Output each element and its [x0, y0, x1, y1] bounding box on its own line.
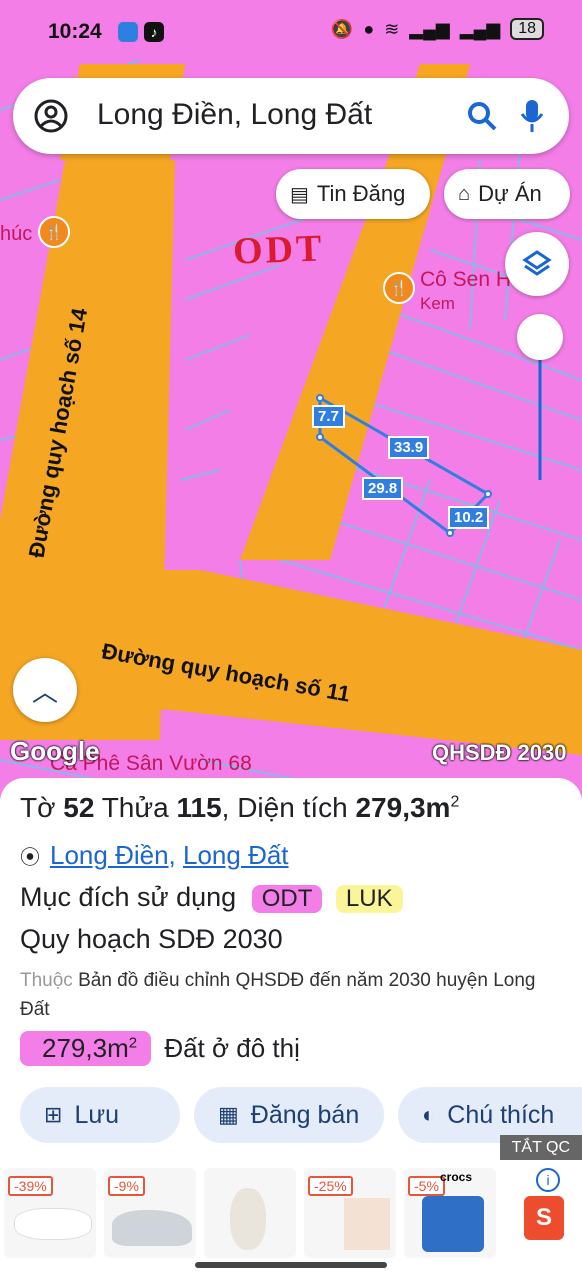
ad-item[interactable]: -5% crocs — [404, 1168, 496, 1258]
save-button-label: Lưu — [74, 1100, 119, 1129]
layer-badge: QHSDĐ 2030 — [432, 740, 567, 765]
area-value: 279,3m — [355, 792, 451, 823]
poi-label-co-sen[interactable]: Cô Sen H — [420, 268, 511, 292]
location-link-province[interactable]: Long Đất — [183, 840, 289, 870]
battery-icon: 18 — [510, 18, 544, 40]
brand-label: crocs — [440, 1170, 473, 1184]
product-image — [344, 1198, 390, 1250]
shirt-image — [422, 1196, 484, 1252]
signal-icon: ▂▄▆ — [409, 18, 450, 39]
chevron-up-icon: ︿ — [31, 676, 58, 707]
save-button[interactable]: ⊞ Lưu — [20, 1087, 180, 1143]
mic-icon[interactable] — [519, 98, 545, 134]
dimension-label-bottom: 29.8 — [362, 477, 404, 500]
location-separator: , — [168, 840, 183, 870]
poi-sublabel: Kem — [420, 294, 455, 313]
belongs-label: Thuộc — [20, 970, 73, 991]
info-icon[interactable]: i — [536, 1168, 560, 1192]
ad-item[interactable]: -25% — [304, 1168, 396, 1258]
restaurant-pin-icon[interactable]: 🍴 — [38, 216, 70, 248]
lot-number: 115 — [176, 792, 222, 823]
listings-chip[interactable]: ▤ Tin Đăng — [276, 169, 430, 219]
location-link-district[interactable]: Long Điền — [50, 840, 169, 870]
plan-source: Thuộc Bản đồ điều chỉnh QHSDĐ đến năm 20… — [20, 966, 560, 1024]
area-prefix: , Diện tích — [221, 792, 348, 823]
lot-prefix: Thửa — [101, 792, 169, 823]
pin-icon: ⦿ — [20, 847, 40, 869]
account-icon[interactable] — [33, 98, 69, 134]
google-logo: Google — [10, 736, 100, 766]
purpose-label: Mục đích sử dụng — [20, 882, 237, 912]
discount-badge: -25% — [308, 1176, 353, 1196]
search-icon[interactable] — [465, 99, 499, 133]
newspaper-icon: ▤ — [290, 183, 309, 206]
building-icon: ⌂ — [458, 182, 471, 205]
wifi-icon: ≋ — [384, 18, 400, 39]
post-sale-button-label: Đăng bán — [250, 1100, 360, 1129]
zone-label: ODT — [232, 227, 326, 273]
listings-chip-label: Tin Đăng — [316, 181, 406, 206]
zalo-icon — [118, 22, 138, 42]
area-unit-sup: 2 — [450, 793, 460, 811]
discount-badge: -9% — [108, 1176, 145, 1196]
home-indicator[interactable] — [195, 1262, 387, 1268]
zone-area-tag: 279,3m2 — [20, 1031, 152, 1066]
contrast-icon: ◐ — [422, 1102, 436, 1127]
search-input[interactable]: Long Điền, Long Đất — [97, 98, 372, 132]
dimension-label-left: 7.7 — [312, 405, 345, 428]
sheet-prefix: Tờ — [20, 792, 56, 823]
ad-item[interactable] — [204, 1168, 296, 1258]
legend-button-label: Chú thích — [447, 1100, 555, 1129]
signal-icon: ▂▄▆ — [459, 18, 501, 39]
ad-close-button[interactable]: TẮT QC — [499, 1135, 582, 1161]
projects-chip-label: Dự Án — [478, 181, 542, 206]
status-bar: 10:24 ♪ 🔕 ● ≋ ▂▄▆ ▂▄▆ 18 — [0, 0, 582, 64]
zoom-slider-handle[interactable] — [517, 314, 563, 360]
belongs-text: Bản đồ điều chỉnh QHSDĐ đến năm 2030 huy… — [20, 970, 536, 1020]
location-icon: ● — [363, 18, 375, 39]
post-sale-button[interactable]: ▦ Đăng bán — [194, 1087, 384, 1143]
zone-area-row: 279,3m2 Đất ở đô thị — [20, 1031, 300, 1066]
ad-item[interactable]: -39% — [4, 1168, 96, 1258]
expand-button[interactable]: ︿ — [13, 658, 77, 722]
layers-button[interactable] — [505, 232, 569, 296]
zone-area-value: 279,3m — [42, 1033, 129, 1063]
sneaker-image — [112, 1210, 192, 1246]
purpose-row: Mục đích sử dụng ODT LUK — [20, 882, 403, 913]
tiktok-icon: ♪ — [144, 22, 164, 42]
sheet-number: 52 — [63, 792, 95, 823]
purpose-tag-odt[interactable]: ODT — [251, 885, 323, 913]
plan-title: Quy hoạch SDĐ 2030 — [20, 924, 283, 954]
discount-badge: -39% — [8, 1176, 53, 1196]
mute-icon: 🔕 — [330, 18, 354, 39]
projects-chip[interactable]: ⌂ Dự Án — [444, 169, 570, 219]
zone-description: Đất ở đô thị — [164, 1033, 300, 1063]
purpose-tag-luk[interactable]: LUK — [335, 885, 403, 913]
insole-image — [230, 1188, 266, 1250]
slipper-image — [14, 1208, 92, 1240]
dimension-label-right: 10.2 — [448, 506, 490, 529]
dimension-label-top: 33.9 — [388, 436, 430, 459]
parcel-title: Tờ 52 Thửa 115, Diện tích 279,3m2 — [20, 792, 459, 824]
zone-area-unit-sup: 2 — [128, 1034, 138, 1052]
ad-item[interactable]: -9% — [104, 1168, 196, 1258]
status-icons: 🔕 ● ≋ ▂▄▆ ▂▄▆ 18 — [331, 18, 544, 40]
status-time: 10:24 — [48, 20, 102, 43]
search-bar[interactable]: Long Điền, Long Đất — [13, 78, 569, 154]
restaurant-pin-icon[interactable]: 🍴 — [383, 272, 415, 304]
location-row: ⦿ Long Điền, Long Đất — [20, 840, 289, 871]
poi-label-left[interactable]: húc — [0, 223, 32, 246]
layers-icon — [522, 250, 552, 276]
bookmark-add-icon: ⊞ — [44, 1102, 63, 1127]
calendar-icon: ▦ — [218, 1102, 239, 1127]
shopee-icon[interactable]: S — [524, 1196, 564, 1240]
